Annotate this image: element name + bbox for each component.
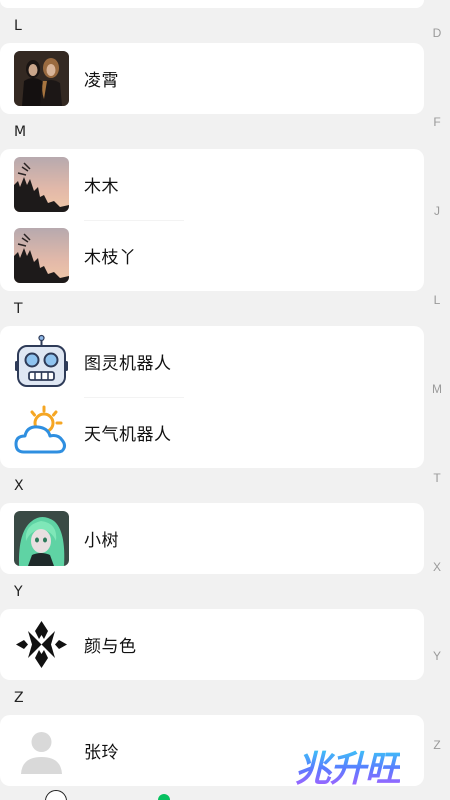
default-person-avatar — [14, 723, 69, 778]
contact-row[interactable]: 小树 — [0, 503, 424, 574]
index-letter-x[interactable]: X — [424, 560, 450, 574]
index-letter-y[interactable]: Y — [424, 649, 450, 663]
contact-row[interactable]: 木木 — [0, 149, 424, 220]
section-header-z: Z — [14, 689, 24, 706]
contact-name: 图灵机器人 — [84, 354, 172, 374]
couple-photo-avatar — [14, 51, 69, 106]
index-letter-l[interactable]: L — [424, 293, 450, 307]
sunset-tree-avatar — [14, 157, 69, 212]
section-header-y: Y — [14, 583, 23, 600]
section-x: 小树 — [0, 503, 424, 574]
contact-row[interactable]: 木枝丫 — [0, 220, 424, 291]
section-m: 木木 木枝丫 — [0, 149, 424, 291]
section-y: 颜与色 — [0, 609, 424, 680]
section-header-l: L — [14, 17, 22, 34]
contact-name: 木木 — [84, 177, 119, 197]
index-letter-t[interactable]: T — [424, 471, 450, 485]
section-l: 凌霄 — [0, 43, 424, 114]
sunset-tree-avatar — [14, 228, 69, 283]
section-header-t: T — [14, 300, 23, 317]
section-header-m: M — [14, 123, 27, 140]
robot-icon — [14, 334, 69, 389]
alphabet-index-bar[interactable]: D F J L M T X Y Z — [424, 0, 450, 800]
section-header-x: X — [14, 477, 24, 494]
contact-name: 颜与色 — [84, 637, 137, 657]
contact-row[interactable]: 图灵机器人 — [0, 326, 424, 397]
contact-name: 凌霄 — [84, 71, 119, 91]
black-emblem-logo — [14, 617, 69, 672]
weather-cloud-sun-icon — [14, 405, 69, 460]
chat-tab-icon[interactable] — [45, 790, 67, 800]
contact-list[interactable]: L 凌霄 M 木木 木枝丫 T 图灵机器人 天气机器人 X 小树 Y 颜与色 Z… — [0, 0, 424, 786]
watermark-logo: 兆升旺 — [295, 740, 401, 792]
section-t: 图灵机器人 天气机器人 — [0, 326, 424, 468]
index-letter-f[interactable]: F — [424, 115, 450, 129]
contacts-tab-icon[interactable] — [158, 794, 170, 800]
contact-row[interactable]: 凌霄 — [0, 43, 424, 114]
index-letter-j[interactable]: J — [424, 204, 450, 218]
index-letter-z[interactable]: Z — [424, 738, 450, 752]
contact-name: 张玲 — [84, 743, 119, 763]
contact-row[interactable]: 颜与色 — [0, 609, 424, 680]
contact-row[interactable]: 天气机器人 — [0, 397, 424, 468]
index-letter-d[interactable]: D — [424, 26, 450, 40]
anime-girl-avatar — [14, 511, 69, 566]
contact-name: 木枝丫 — [84, 248, 137, 268]
contact-name: 天气机器人 — [84, 425, 172, 445]
contact-name: 小树 — [84, 531, 119, 551]
previous-section-card — [0, 0, 424, 8]
index-letter-m[interactable]: M — [424, 382, 450, 396]
contacts-screen: L 凌霄 M 木木 木枝丫 T 图灵机器人 天气机器人 X 小树 Y 颜与色 Z… — [0, 0, 450, 800]
